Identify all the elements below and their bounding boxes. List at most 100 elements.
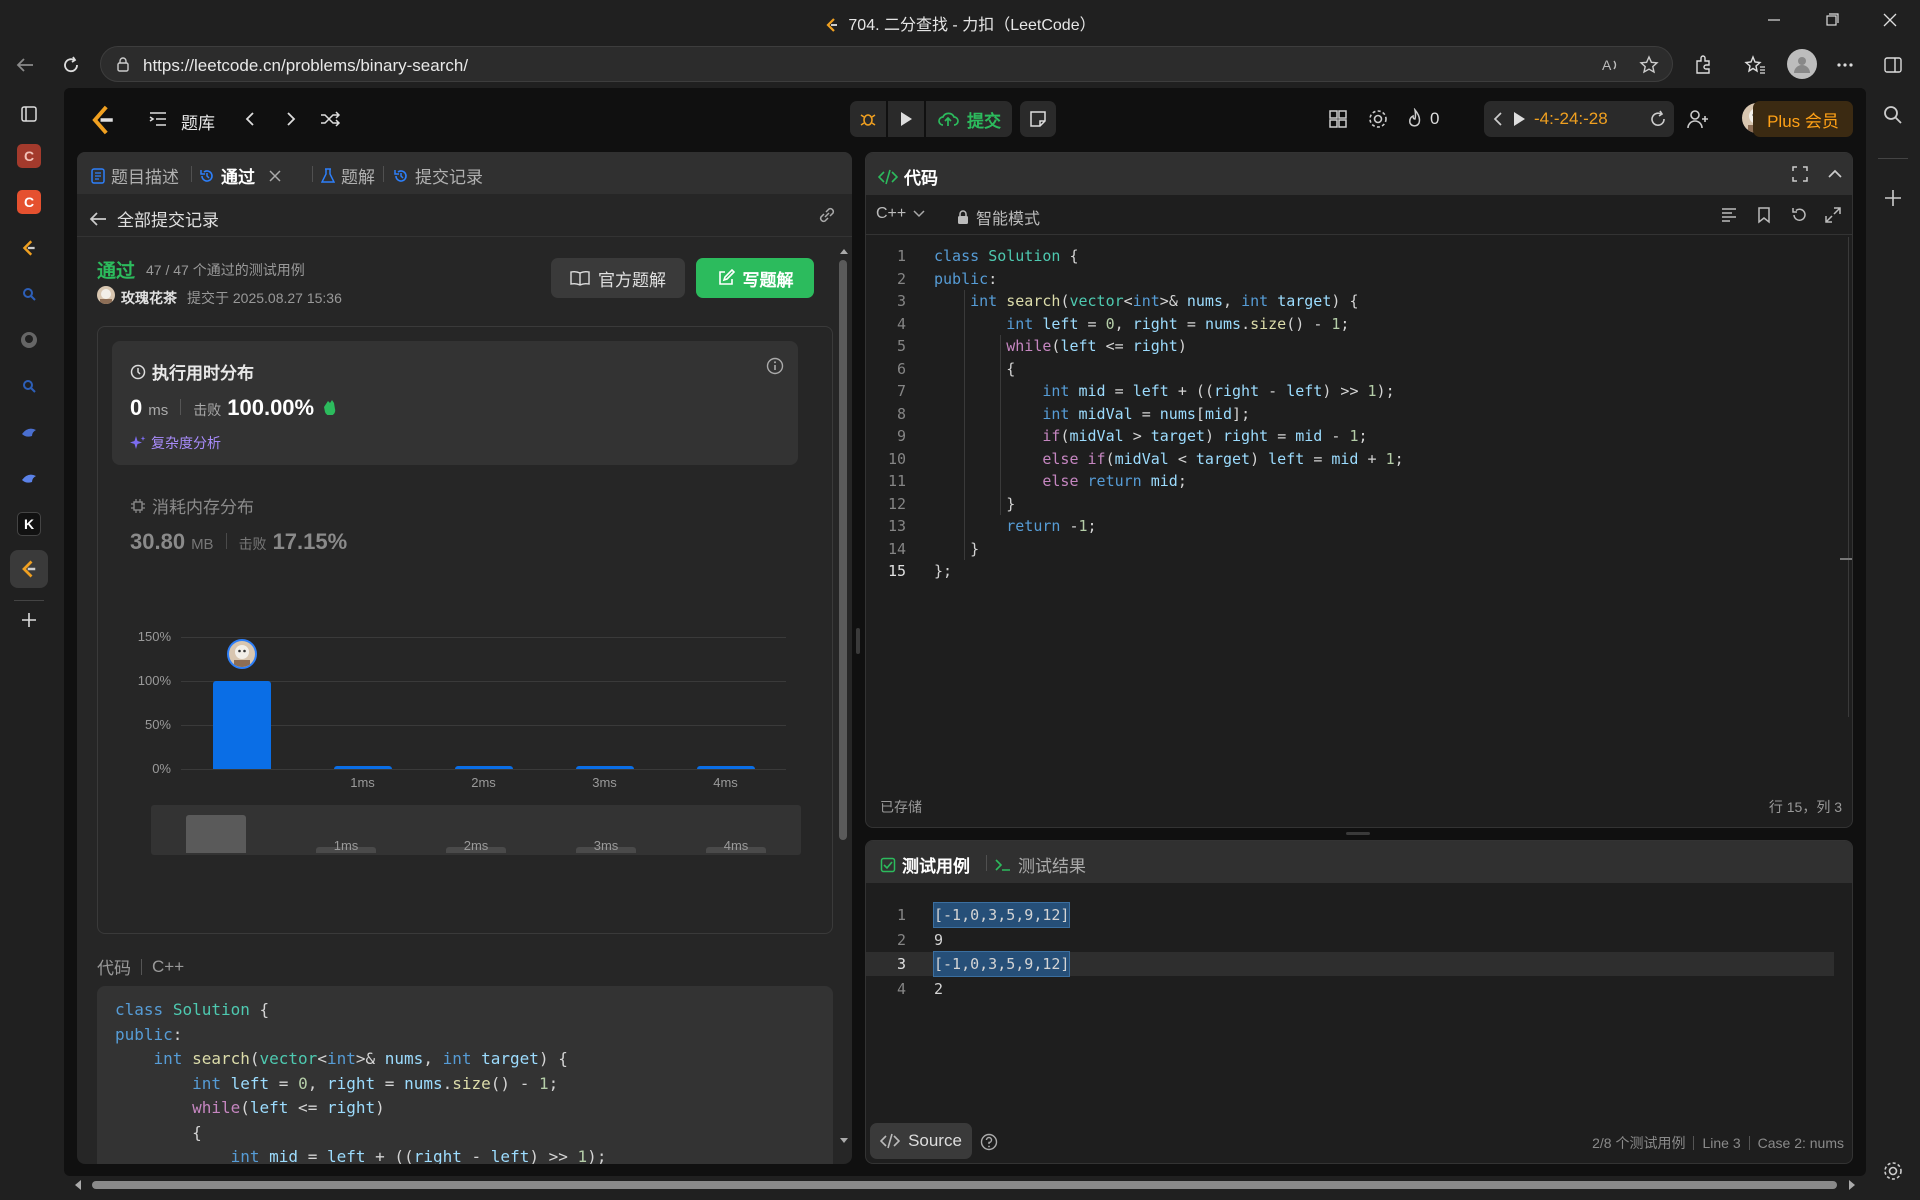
more-menu-icon[interactable] — [1832, 52, 1858, 78]
runtime-distribution-chart[interactable]: 0% 50% 100% 150% 1ms 2ms 3ms 4ms — [98, 607, 834, 790]
csdn-tab-icon[interactable]: C — [17, 144, 41, 168]
close-tab-icon[interactable] — [269, 169, 281, 182]
memory-title[interactable]: 消耗内存分布 — [130, 493, 254, 518]
favorite-star-icon[interactable] — [1639, 55, 1659, 75]
settings-icon[interactable] — [1367, 108, 1389, 130]
leetcode-active-tab-icon[interactable] — [10, 550, 48, 588]
chart-bar[interactable] — [333, 766, 392, 769]
random-problem-icon[interactable] — [319, 109, 341, 129]
left-panel-scrollbar[interactable] — [839, 246, 848, 1146]
tab-testcase[interactable]: 测试用例 — [880, 852, 970, 877]
reset-code-icon[interactable] — [1790, 206, 1808, 224]
add-friend-icon[interactable] — [1686, 108, 1710, 130]
maximize-button[interactable] — [1820, 8, 1844, 32]
minimize-button[interactable] — [1762, 8, 1786, 32]
smart-mode-toggle[interactable]: 智能模式 — [956, 205, 1040, 229]
testcase-editor[interactable]: 1 [-1,0,3,5,9,12] 2 9 3 [-1,0,3,5,9,12] 4 2 — [866, 902, 1852, 1023]
favorites-icon[interactable] — [1742, 52, 1768, 78]
bird-tab-icon-2[interactable] — [17, 466, 41, 490]
address-bar[interactable]: https://leetcode.cn/problems/binary-sear… — [100, 46, 1673, 82]
problem-list-icon[interactable] — [148, 109, 168, 129]
add-tab-icon[interactable] — [17, 608, 41, 632]
read-aloud-icon[interactable]: A — [1601, 55, 1621, 75]
add-sidebar-app-icon[interactable] — [1883, 188, 1903, 208]
chart-range-slider[interactable]: 1ms 2ms 3ms 4ms — [151, 805, 801, 855]
search-icon[interactable] — [1882, 104, 1904, 126]
info-icon[interactable] — [766, 357, 784, 375]
my-submission-marker[interactable] — [226, 639, 257, 669]
sidebar-toggle-icon[interactable] — [1880, 52, 1906, 78]
github-tab-icon[interactable] — [17, 328, 41, 352]
close-window-button[interactable] — [1878, 8, 1902, 32]
code-line[interactable]: 11 else return mid; — [866, 470, 1846, 493]
testcase-line[interactable]: 29 — [866, 928, 1834, 952]
timer-prev-icon[interactable] — [1490, 110, 1506, 128]
k-tab-icon[interactable]: K — [17, 512, 41, 536]
tab-actions-icon[interactable] — [17, 102, 41, 126]
code-line[interactable]: 7 int mid = left + ((right - left) >> 1)… — [866, 380, 1846, 403]
bookmark-icon[interactable] — [1756, 206, 1772, 224]
code-line[interactable]: 5 while(left <= right) — [866, 335, 1846, 358]
back-button[interactable] — [12, 52, 38, 78]
chart-bar[interactable] — [575, 766, 634, 769]
tab-test-result[interactable]: 测试结果 — [994, 852, 1086, 877]
horizontal-splitter[interactable] — [1346, 832, 1370, 835]
collapse-icon[interactable] — [1826, 165, 1844, 183]
code-line[interactable]: 9 if(midVal > target) right = mid - 1; — [866, 425, 1846, 448]
code-line[interactable]: 6 { — [866, 358, 1846, 381]
extensions-icon[interactable] — [1690, 52, 1716, 78]
chart-bar[interactable] — [454, 766, 513, 769]
testcase-line[interactable]: 3 [-1,0,3,5,9,12] — [866, 951, 1834, 977]
fullscreen-icon[interactable] — [1791, 165, 1809, 183]
debug-button[interactable] — [850, 101, 886, 137]
layout-icon[interactable] — [1328, 109, 1348, 129]
code-line[interactable]: 3 int search(vector<int>& nums, int targ… — [866, 290, 1846, 313]
format-icon[interactable] — [1720, 206, 1738, 224]
plus-member-button[interactable]: Plus 会员 — [1753, 101, 1853, 137]
expand-editor-icon[interactable] — [1824, 206, 1842, 224]
code-line[interactable]: 8 int midVal = nums[mid]; — [866, 403, 1846, 426]
tab-description[interactable]: 题目描述 — [91, 163, 179, 188]
bird-tab-icon[interactable] — [17, 420, 41, 444]
tab-accepted[interactable]: 通过 — [199, 163, 281, 188]
settings-gear-icon[interactable] — [1882, 1160, 1904, 1182]
search-tab-icon-2[interactable] — [17, 374, 41, 398]
code-line[interactable]: 10 else if(midVal < target) left = mid +… — [866, 448, 1846, 471]
chart-bar[interactable] — [212, 681, 271, 769]
share-link-icon[interactable] — [817, 205, 837, 225]
next-problem-icon[interactable] — [281, 109, 301, 129]
search-tab-icon[interactable] — [17, 282, 41, 306]
panel-splitter[interactable] — [856, 628, 860, 654]
problem-list-link[interactable]: 题库 — [181, 109, 215, 134]
source-button[interactable]: Source — [870, 1123, 972, 1159]
leetcode-logo-icon[interactable] — [90, 105, 116, 135]
streak-counter[interactable]: 0 — [1406, 108, 1439, 130]
help-icon[interactable] — [980, 1133, 998, 1151]
chart-bar[interactable] — [696, 766, 755, 769]
timer-play-icon[interactable] — [1511, 110, 1527, 128]
official-solution-button[interactable]: 官方题解 — [551, 258, 685, 298]
submit-button[interactable]: 提交 — [926, 101, 1012, 137]
leetcode-tab-icon[interactable] — [17, 236, 41, 260]
code-line[interactable]: 4 int left = 0, right = nums.size() - 1; — [866, 313, 1846, 336]
timer-reset-icon[interactable] — [1648, 109, 1668, 129]
code-line[interactable]: 15}; — [866, 560, 1846, 583]
testcase-line[interactable]: 1 [-1,0,3,5,9,12] — [866, 902, 1834, 928]
page-horizontal-scrollbar[interactable] — [64, 1176, 1866, 1194]
code-editor[interactable]: 1 class Solution {2 public: 3 int search(ve… — [866, 245, 1846, 715]
runtime-card[interactable]: 执行用时分布 0 ms 击败 100.00% 复杂度分析 — [112, 341, 798, 465]
run-button[interactable] — [888, 101, 924, 137]
tab-solutions[interactable]: 题解 — [321, 163, 375, 188]
language-select[interactable]: C++ — [876, 205, 926, 223]
refresh-button[interactable] — [58, 52, 84, 78]
complexity-analysis-link[interactable]: 复杂度分析 — [130, 433, 221, 453]
tab-submissions[interactable]: 提交记录 — [393, 163, 483, 188]
note-button[interactable] — [1020, 101, 1056, 137]
code-line[interactable]: 1 class Solution { — [866, 245, 1846, 268]
write-solution-button[interactable]: 写题解 — [696, 258, 814, 298]
prev-problem-icon[interactable] — [240, 109, 260, 129]
code-line[interactable]: 14 } — [866, 538, 1846, 561]
code-line[interactable]: 13 return -1; — [866, 515, 1846, 538]
code-line[interactable]: 2 public: — [866, 268, 1846, 291]
code-line[interactable]: 12 } — [866, 493, 1846, 516]
